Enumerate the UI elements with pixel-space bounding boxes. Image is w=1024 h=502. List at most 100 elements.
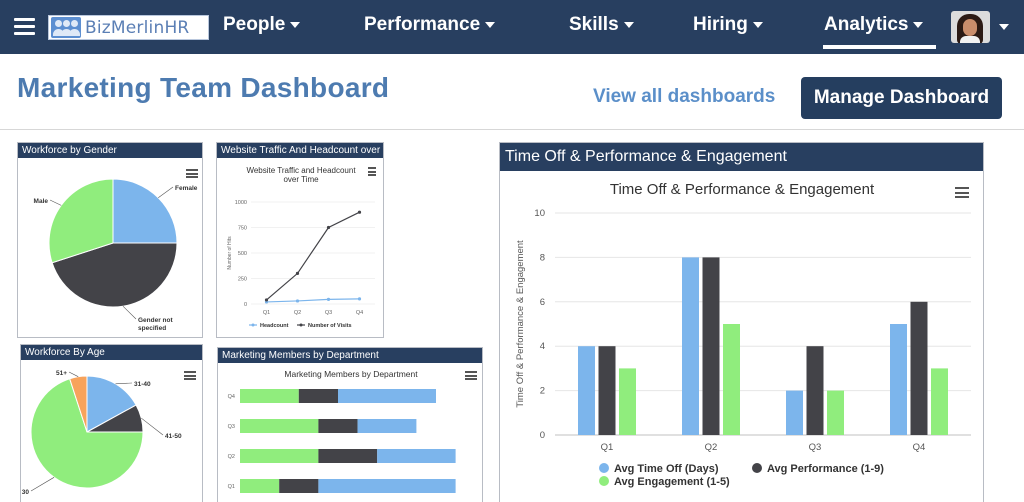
x-tick-label: Q2: [294, 310, 301, 316]
bar: [702, 257, 720, 435]
y-tick-label: 0: [540, 430, 545, 441]
pie-label: Male: [34, 198, 49, 205]
bar: [598, 346, 616, 435]
y-tick-label: 0: [244, 302, 247, 308]
series-line: [266, 211, 360, 301]
legend-marker: [752, 463, 762, 473]
y-tick-label: Q2: [228, 454, 235, 460]
nav-label: People: [223, 14, 286, 35]
x-tick-label: Q1: [601, 442, 614, 453]
top-nav: BizMerlinHR People Performance Skills Hi…: [0, 0, 1024, 54]
bar-segment: [240, 479, 280, 493]
page-title: Marketing Team Dashboard: [17, 72, 390, 103]
x-tick-label: Q2: [705, 442, 718, 453]
y-tick-label: 4: [540, 341, 545, 352]
y-tick-label: 500: [238, 251, 247, 257]
pie-label: 51+: [56, 370, 67, 377]
bar-segment: [240, 389, 299, 403]
data-point: [295, 271, 300, 275]
bar-segment: [318, 449, 378, 463]
bar: [827, 390, 844, 435]
pie-connector: [49, 199, 62, 206]
widget-website-traffic: Website Traffic And Headcount over Time …: [216, 142, 384, 338]
logo-people-icon: [51, 17, 81, 38]
bar-segment: [240, 419, 319, 433]
legend-dot: [251, 323, 255, 327]
legend-label: Avg Engagement (1-5): [614, 476, 730, 488]
widget-timeoff-performance: Time Off & Performance & Engagement Time…: [499, 142, 984, 502]
y-tick-label: Q1: [228, 484, 235, 490]
bar: [723, 324, 740, 435]
y-axis-label: Number of Hits: [227, 236, 233, 270]
bar: [578, 346, 595, 435]
pie-connector: [68, 371, 79, 377]
bar-segment: [318, 419, 358, 433]
data-point: [326, 297, 331, 302]
chart-title-line2: over Time: [283, 175, 319, 184]
legend-label: Avg Time Off (Days): [614, 463, 719, 475]
x-tick-label: Q4: [356, 310, 363, 316]
x-tick-label: Q3: [325, 310, 332, 316]
series-line: [266, 298, 360, 303]
user-avatar[interactable]: [951, 11, 990, 43]
nav-hiring[interactable]: Hiring: [693, 14, 763, 36]
y-tick-label: 2: [540, 386, 545, 397]
bar: [910, 301, 928, 435]
bar: [806, 346, 824, 435]
user-menu-caret-icon[interactable]: [999, 24, 1009, 30]
chart-title: Marketing Members by Department: [284, 369, 418, 379]
y-tick-label: 1000: [235, 200, 247, 206]
caret-down-icon: [752, 21, 763, 28]
header-divider: [0, 129, 1024, 130]
legend-dot: [299, 323, 303, 327]
pie-connector: [122, 305, 137, 320]
nav-analytics[interactable]: Analytics: [824, 14, 924, 36]
age-pie-chart: 31-40 41-50 30 51+: [22, 370, 182, 496]
bar-segment: [279, 479, 319, 493]
bar-segment: [377, 449, 456, 463]
nav-label: Hiring: [693, 14, 748, 35]
legend-label: Headcount: [260, 323, 289, 329]
pie-label: specified: [138, 325, 166, 332]
y-tick-label: 8: [540, 252, 545, 263]
pie-slice: [112, 178, 178, 244]
y-tick-label: 750: [238, 226, 247, 232]
pie-label: 30: [22, 489, 30, 496]
data-point: [357, 297, 362, 301]
nav-performance[interactable]: Performance: [364, 14, 496, 36]
y-tick-label: 6: [540, 297, 545, 308]
pie-connector: [158, 186, 174, 198]
legend-label: Number of Visits: [308, 323, 352, 329]
nav-skills[interactable]: Skills: [569, 14, 634, 36]
legend-label: Avg Performance (1-9): [767, 463, 884, 475]
view-all-dashboards-link[interactable]: View all dashboards: [593, 86, 775, 108]
nav-label: Skills: [569, 14, 619, 35]
pie-connector: [115, 382, 133, 385]
caret-down-icon: [290, 21, 301, 28]
pie-label: 31-40: [134, 381, 151, 388]
widget-workforce-age: Workforce By Age 31-40 41-50 30 51+: [20, 344, 203, 502]
caret-down-icon: [913, 21, 924, 28]
bar-segment: [318, 479, 456, 493]
x-tick-label: Q3: [809, 442, 822, 453]
manage-dashboard-button[interactable]: Manage Dashboard: [801, 77, 1002, 119]
y-tick-label: Q3: [228, 424, 235, 430]
caret-down-icon: [485, 21, 496, 28]
x-tick-label: Q1: [263, 310, 270, 316]
pie-label: Gender not: [138, 317, 174, 324]
nav-people[interactable]: People: [223, 14, 301, 36]
logo[interactable]: BizMerlinHR: [48, 15, 209, 40]
pie-label: Female: [175, 185, 198, 192]
nav-label: Analytics: [824, 14, 909, 35]
legend-marker: [599, 463, 609, 473]
pie-connector: [141, 417, 164, 436]
hamburger-menu-icon[interactable]: [14, 18, 35, 35]
y-tick-label: 10: [534, 208, 545, 219]
data-point: [326, 225, 331, 230]
widget-workforce-gender: Workforce by Gender Female Gender not spec…: [17, 142, 203, 338]
bar: [786, 390, 803, 435]
bar: [682, 257, 699, 435]
logo-text: BizMerlinHR: [85, 17, 190, 38]
y-axis-label: Time Off & Performance & Engagement: [515, 240, 526, 408]
pie-connector: [30, 477, 55, 492]
